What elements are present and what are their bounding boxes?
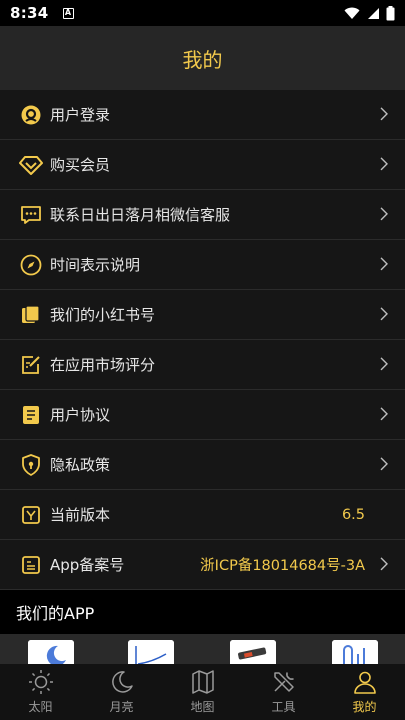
our-apps-header: 我们的APP xyxy=(0,590,405,634)
menu-label: 当前版本 xyxy=(50,506,111,524)
version-icon xyxy=(18,502,44,528)
tab-label: 地图 xyxy=(190,700,215,714)
tools-icon xyxy=(273,672,294,692)
menu-label: 购买会员 xyxy=(50,156,111,174)
menu-item-wechat-service[interactable]: 联系日出日落月相微信客服 xyxy=(0,190,405,240)
app-thumbnail-telescope[interactable] xyxy=(230,640,276,664)
bottom-tab-bar: 太阳 月亮 地图 工具 我的 xyxy=(0,664,405,720)
tab-mine[interactable]: 我的 xyxy=(324,664,405,720)
menu-label: 在应用市场评分 xyxy=(50,356,156,374)
title-bar: 我的 xyxy=(0,26,405,90)
signal-icon xyxy=(368,7,379,19)
document-icon xyxy=(18,402,44,428)
chevron-right-icon xyxy=(380,206,388,220)
tab-label: 太阳 xyxy=(28,700,53,714)
app-thumbnail-tools[interactable] xyxy=(332,640,378,664)
menu-label: 用户协议 xyxy=(50,406,111,424)
notebook-icon xyxy=(18,302,44,328)
diamond-icon xyxy=(18,152,44,178)
settings-menu: 用户登录 购买会员 联系日出日落月相微信客服 时间表示说明 我们的小红书号 在应… xyxy=(0,90,405,590)
status-icons xyxy=(344,5,395,21)
menu-label: 联系日出日落月相微信客服 xyxy=(50,206,231,224)
map-icon xyxy=(191,670,214,694)
status-time: 8:34 xyxy=(10,4,49,22)
tab-label: 工具 xyxy=(271,700,296,714)
wifi-icon xyxy=(344,7,360,19)
menu-label: 我们的小红书号 xyxy=(50,306,156,324)
our-apps-list xyxy=(0,634,405,664)
tab-tools[interactable]: 工具 xyxy=(243,664,324,720)
chevron-right-icon xyxy=(380,556,388,570)
icp-record-value: 浙ICP备18014684号-3A xyxy=(200,558,365,574)
notification-a-icon: A xyxy=(62,7,74,19)
app-thumbnail-moon[interactable] xyxy=(28,640,74,664)
menu-label: 隐私政策 xyxy=(50,456,111,474)
menu-item-version: 当前版本 6.5 xyxy=(0,490,405,540)
menu-label: 用户登录 xyxy=(50,106,111,124)
menu-item-rate-app[interactable]: 在应用市场评分 xyxy=(0,340,405,390)
menu-item-privacy-policy[interactable]: 隐私政策 xyxy=(0,440,405,490)
moon-icon xyxy=(111,671,133,693)
menu-item-icp-record[interactable]: App备案号 浙ICP备18014684号-3A xyxy=(0,540,405,590)
shield-icon xyxy=(18,452,44,478)
chevron-right-icon xyxy=(380,406,388,420)
chevron-right-icon xyxy=(380,356,388,370)
chevron-right-icon xyxy=(380,156,388,170)
chat-bubble-icon xyxy=(18,202,44,228)
menu-item-xiaohongshu[interactable]: 我们的小红书号 xyxy=(0,290,405,340)
chevron-right-icon xyxy=(380,256,388,270)
menu-item-membership[interactable]: 购买会员 xyxy=(0,140,405,190)
menu-item-login[interactable]: 用户登录 xyxy=(0,90,405,140)
menu-label: 时间表示说明 xyxy=(50,256,141,274)
chevron-right-icon xyxy=(380,306,388,320)
tab-label: 我的 xyxy=(352,700,377,714)
chevron-right-icon xyxy=(380,456,388,470)
battery-icon xyxy=(386,5,395,20)
record-icon xyxy=(18,552,44,578)
menu-item-user-agreement[interactable]: 用户协议 xyxy=(0,390,405,440)
version-value: 6.5 xyxy=(341,506,365,523)
person-icon xyxy=(353,671,376,694)
tab-label: 月亮 xyxy=(109,700,134,714)
menu-item-time-notation[interactable]: 时间表示说明 xyxy=(0,240,405,290)
chevron-right-icon xyxy=(380,106,388,120)
menu-label: App备案号 xyxy=(50,556,125,574)
page-title: 我的 xyxy=(182,47,223,72)
status-bar: 8:34 A xyxy=(0,0,405,26)
edit-square-icon xyxy=(18,352,44,378)
user-circle-icon xyxy=(18,102,44,128)
app-thumbnail-chart[interactable] xyxy=(128,640,174,664)
tab-map[interactable]: 地图 xyxy=(162,664,243,720)
tab-sun[interactable]: 太阳 xyxy=(0,664,81,720)
sun-icon xyxy=(28,670,53,694)
our-apps-title: 我们的APP xyxy=(16,604,95,623)
compass-icon xyxy=(18,252,44,278)
tab-moon[interactable]: 月亮 xyxy=(81,664,162,720)
